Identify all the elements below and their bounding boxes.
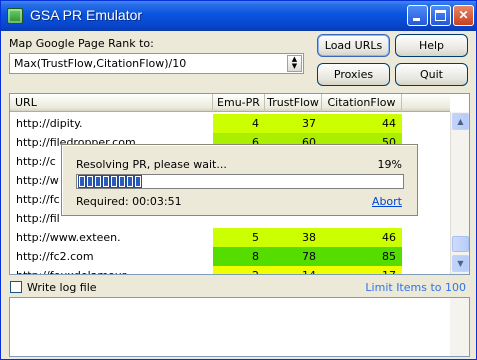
citationflow-cell: 17 [322, 266, 402, 274]
column-header-url[interactable]: URL [10, 94, 213, 112]
progress-message: Resolving PR, please wait... [76, 158, 227, 171]
progress-block [78, 175, 86, 188]
url-cell: http://feuxdelamour [16, 266, 213, 274]
progress-block [126, 175, 134, 188]
table-header: URL Emu-PR TrustFlow CitationFlow [10, 94, 450, 112]
citationflow-cell: 85 [322, 247, 402, 266]
progress-block [86, 175, 94, 188]
scroll-thumb[interactable] [452, 236, 469, 252]
column-header-citationflow[interactable]: CitationFlow [322, 94, 402, 112]
trustflow-cell: 38 [265, 228, 322, 247]
table-row[interactable]: http://fc2.com 8 78 85 [10, 247, 450, 266]
title-bar[interactable]: GSA PR Emulator ✕ [1, 1, 476, 31]
citationflow-cell: 44 [322, 114, 402, 133]
window-title: GSA PR Emulator [30, 7, 143, 23]
rank-mapping-label: Map Google Page Rank to: [9, 37, 154, 50]
progress-block [94, 175, 102, 188]
url-cell: http://dipity. [16, 117, 83, 130]
emu-pr-cell: 5 [213, 228, 265, 247]
quit-button[interactable]: Quit [395, 63, 468, 86]
close-icon: ✕ [458, 8, 469, 22]
table-row[interactable]: http://www.exteen. 5 38 46 [10, 228, 450, 247]
formula-value: Max(TrustFlow,CitationFlow)/10 [14, 57, 187, 70]
load-urls-button[interactable]: Load URLs [317, 34, 390, 57]
minimize-icon [413, 18, 420, 21]
spin-arrows-icon[interactable]: ▲ ▼ [287, 55, 302, 72]
progress-block [134, 175, 142, 188]
emu-pr-cell: 8 [213, 247, 265, 266]
citationflow-cell: 46 [322, 228, 402, 247]
progress-dialog: Resolving PR, please wait... 19% Require… [61, 144, 418, 216]
abort-link[interactable]: Abort [372, 195, 402, 208]
proxies-button[interactable]: Proxies [317, 63, 390, 86]
progress-block [102, 175, 110, 188]
write-log-checkbox[interactable] [10, 281, 22, 293]
write-log-label: Write log file [27, 281, 97, 294]
progress-block [118, 175, 126, 188]
time-required: Required: 00:03:51 [76, 195, 182, 208]
emu-pr-cell: 2 [213, 266, 265, 274]
url-cell: http://fc2.com [16, 250, 94, 263]
progress-percent: 19% [377, 158, 402, 171]
help-button[interactable]: Help [395, 34, 468, 57]
column-header-emu-pr[interactable]: Emu-PR [213, 94, 265, 112]
app-icon [7, 8, 23, 24]
log-textarea[interactable] [9, 297, 470, 357]
column-header-trustflow[interactable]: TrustFlow [265, 94, 322, 112]
progress-block [110, 175, 118, 188]
scroll-down-icon[interactable]: ▼ [452, 255, 469, 272]
table-row[interactable]: http://dipity. 4 37 44 [10, 114, 450, 133]
table-row[interactable]: http://feuxdelamour21417 [10, 266, 450, 274]
progress-fill [78, 175, 401, 188]
minimize-button[interactable] [407, 5, 428, 26]
trustflow-cell: 37 [265, 114, 322, 133]
maximize-button[interactable] [430, 5, 451, 26]
main-window: GSA PR Emulator ✕ Map Google Page Rank t… [0, 0, 477, 360]
trustflow-cell: 78 [265, 247, 322, 266]
trustflow-cell: 14 [265, 266, 322, 274]
limit-items-link[interactable]: Limit Items to 100 [365, 281, 466, 294]
formula-select[interactable]: Max(TrustFlow,CitationFlow)/10 ▲ ▼ [9, 53, 304, 74]
scroll-up-icon[interactable]: ▲ [452, 113, 469, 130]
maximize-icon [435, 10, 446, 21]
progress-bar [76, 174, 404, 189]
log-scrollbar[interactable] [450, 298, 469, 356]
emu-pr-cell: 4 [213, 114, 265, 133]
close-button[interactable]: ✕ [453, 5, 474, 26]
url-cell: http://www.exteen. [16, 231, 121, 244]
table-scrollbar[interactable]: ▲ ▼ [450, 112, 469, 274]
